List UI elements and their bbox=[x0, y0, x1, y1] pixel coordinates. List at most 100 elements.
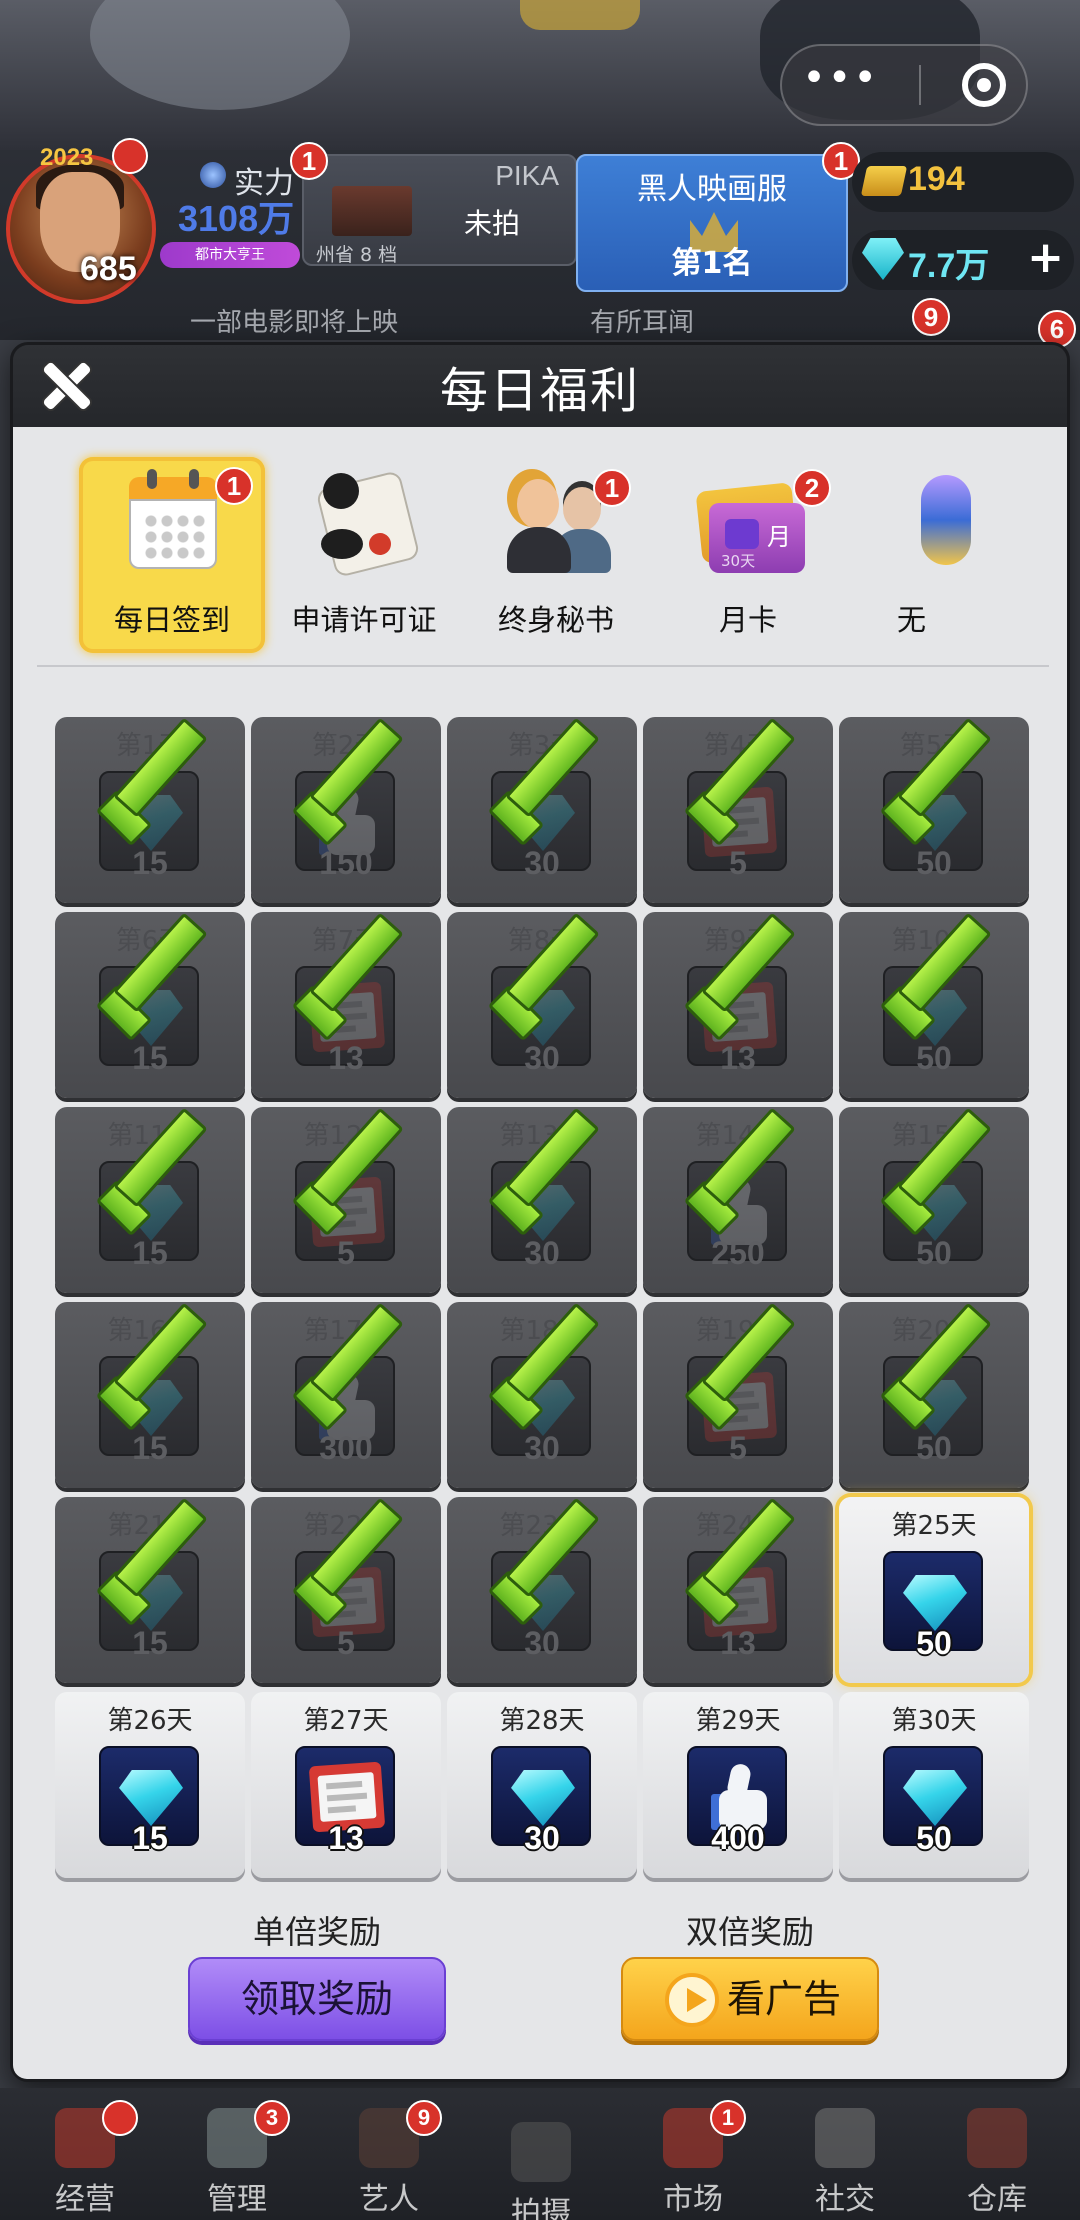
reward-amount: 13 bbox=[328, 1820, 364, 1856]
nav-item[interactable]: 拍摄 bbox=[466, 2112, 616, 2220]
checkmark-icon bbox=[491, 1159, 601, 1239]
tab-lifetime-secretary[interactable]: 1 终身秘书 bbox=[463, 457, 649, 653]
studio-card[interactable]: PIKA 未拍 州省 8 档 1 bbox=[290, 142, 577, 266]
ranking-title: 黑人映画服 bbox=[637, 172, 787, 207]
reward-amount: 15 bbox=[132, 1040, 168, 1076]
building-icon bbox=[332, 186, 412, 236]
checkin-day-cell: 第30天 50 bbox=[839, 1692, 1029, 1878]
dialog-title: 每日福利 bbox=[439, 363, 640, 419]
mini-program-capsule: ••• bbox=[780, 44, 1028, 126]
watch-ad-label: 看广告 bbox=[727, 1977, 842, 2021]
reward-amount: 300 bbox=[319, 1430, 373, 1466]
nav-label: 市场 bbox=[663, 2182, 723, 2217]
checkin-day-cell: 第9天 13 bbox=[643, 912, 833, 1098]
reward-amount: 13 bbox=[720, 1040, 756, 1076]
checkin-day-cell: 第16天 15 bbox=[55, 1302, 245, 1488]
card-days: 30天 bbox=[721, 552, 756, 570]
nav-item[interactable]: 市场 1 bbox=[618, 2098, 768, 2217]
reward-amount: 15 bbox=[132, 1235, 168, 1271]
reward-amount: 30 bbox=[524, 845, 560, 881]
checkmark-icon bbox=[99, 1159, 209, 1239]
crystal-icon bbox=[891, 469, 991, 573]
checkin-day-cell: 第5天 50 bbox=[839, 717, 1029, 903]
nav-icon bbox=[815, 2108, 875, 2168]
nav-badge: 3 bbox=[254, 2100, 290, 2136]
checkin-day-cell: 第2天 150 bbox=[251, 717, 441, 903]
more-icon[interactable]: ••• bbox=[802, 58, 879, 98]
checkmark-icon bbox=[883, 964, 993, 1044]
checkmark-icon bbox=[99, 1354, 209, 1434]
checkin-day-cell: 第8天 30 bbox=[447, 912, 637, 1098]
tab-partial[interactable]: 无 bbox=[847, 457, 1033, 653]
studio-rank: 州省 8 档 bbox=[316, 244, 398, 266]
reward-amount: 13 bbox=[720, 1625, 756, 1661]
gold-icon bbox=[860, 166, 908, 196]
day-label: 第26天 bbox=[107, 1706, 193, 1736]
year-tag: 2023 bbox=[40, 144, 94, 171]
reward-amount: 13 bbox=[328, 1040, 364, 1076]
studio-badge: 1 bbox=[290, 142, 328, 180]
tab-badge: 1 bbox=[593, 469, 631, 507]
checkin-day-cell: 第20天 50 bbox=[839, 1302, 1029, 1488]
checkmark-icon bbox=[687, 1159, 797, 1239]
tab-label: 每日签到 bbox=[113, 603, 230, 637]
power-icon bbox=[200, 162, 226, 188]
tab-badge: 1 bbox=[215, 467, 253, 505]
nav-item[interactable]: 艺人 9 bbox=[314, 2098, 464, 2217]
tabs-divider bbox=[37, 665, 1049, 667]
dialog-body: 1 每日签到 申请许可证 1 终身秘书 月 30天 2 月卡 无 第1天 15 … bbox=[13, 427, 1067, 2079]
capsule-divider bbox=[919, 65, 922, 105]
tab-apply-license[interactable]: 申请许可证 bbox=[271, 457, 457, 653]
tab-label: 终身秘书 bbox=[497, 603, 614, 637]
checkin-day-cell: 第1天 15 bbox=[55, 717, 245, 903]
reward-amount: 5 bbox=[337, 1625, 355, 1661]
gem-icon bbox=[903, 1575, 967, 1631]
checkmark-icon bbox=[687, 769, 797, 849]
checkin-day-cell: 第24天 13 bbox=[643, 1497, 833, 1683]
checkmark-icon bbox=[99, 964, 209, 1044]
gem-icon bbox=[511, 1770, 575, 1826]
add-gems-button[interactable]: + bbox=[1027, 232, 1064, 283]
close-mini-program-icon[interactable] bbox=[961, 63, 1006, 107]
nav-item[interactable]: 管理 3 bbox=[162, 2098, 312, 2217]
game-background: ••• bbox=[0, 0, 1080, 150]
claim-reward-button[interactable]: 领取奖励 bbox=[188, 1957, 446, 2041]
power-value: 3108万 bbox=[178, 198, 295, 239]
gold-counter: 194 bbox=[852, 152, 1074, 212]
nav-icon bbox=[511, 2122, 571, 2182]
day-label: 第28天 bbox=[499, 1706, 585, 1736]
checkmark-icon bbox=[883, 769, 993, 849]
background-shape bbox=[520, 0, 640, 30]
checkin-day-cell: 第10天 50 bbox=[839, 912, 1029, 1098]
checkmark-icon bbox=[687, 1549, 797, 1629]
checkmark-icon bbox=[883, 1159, 993, 1239]
nav-item[interactable]: 经营 bbox=[10, 2098, 160, 2217]
checkin-day-cell: 第21天 15 bbox=[55, 1497, 245, 1683]
news-side-text: 有所耳闻 bbox=[590, 308, 695, 338]
secretary-icon bbox=[507, 469, 611, 573]
checkin-day-cell: 第18天 30 bbox=[447, 1302, 637, 1488]
background-shape bbox=[90, 0, 350, 110]
play-icon bbox=[665, 1973, 719, 2027]
tab-daily-checkin[interactable]: 1 每日签到 bbox=[79, 457, 265, 653]
checkmark-icon bbox=[295, 1354, 405, 1434]
checkin-day-cell: 第22天 5 bbox=[251, 1497, 441, 1683]
day-label: 第29天 bbox=[695, 1706, 781, 1736]
checkmark-icon bbox=[491, 1549, 601, 1629]
checkin-day-cell: 第11天 15 bbox=[55, 1107, 245, 1293]
watch-ad-button[interactable]: 看广告 bbox=[621, 1957, 879, 2041]
gem-icon bbox=[119, 1770, 183, 1826]
tab-monthly-card[interactable]: 月 30天 2 月卡 bbox=[655, 457, 841, 653]
reward-amount: 50 bbox=[916, 1625, 952, 1661]
checkin-day-cell[interactable]: 第25天 50 bbox=[839, 1497, 1029, 1683]
tab-label: 申请许可证 bbox=[291, 603, 437, 637]
nav-item[interactable]: 社交 bbox=[770, 2098, 920, 2217]
ranking-card[interactable]: 黑人映画服 第1名 1 bbox=[576, 142, 860, 292]
side-badge: 9 bbox=[912, 298, 950, 336]
reward-amount: 30 bbox=[524, 1235, 560, 1271]
nav-label: 经营 bbox=[55, 2182, 115, 2217]
checkin-day-cell: 第14天 250 bbox=[643, 1107, 833, 1293]
cart-icon bbox=[725, 519, 759, 549]
nav-item[interactable]: 仓库 bbox=[922, 2098, 1072, 2217]
studio-status: 未拍 bbox=[464, 207, 521, 240]
